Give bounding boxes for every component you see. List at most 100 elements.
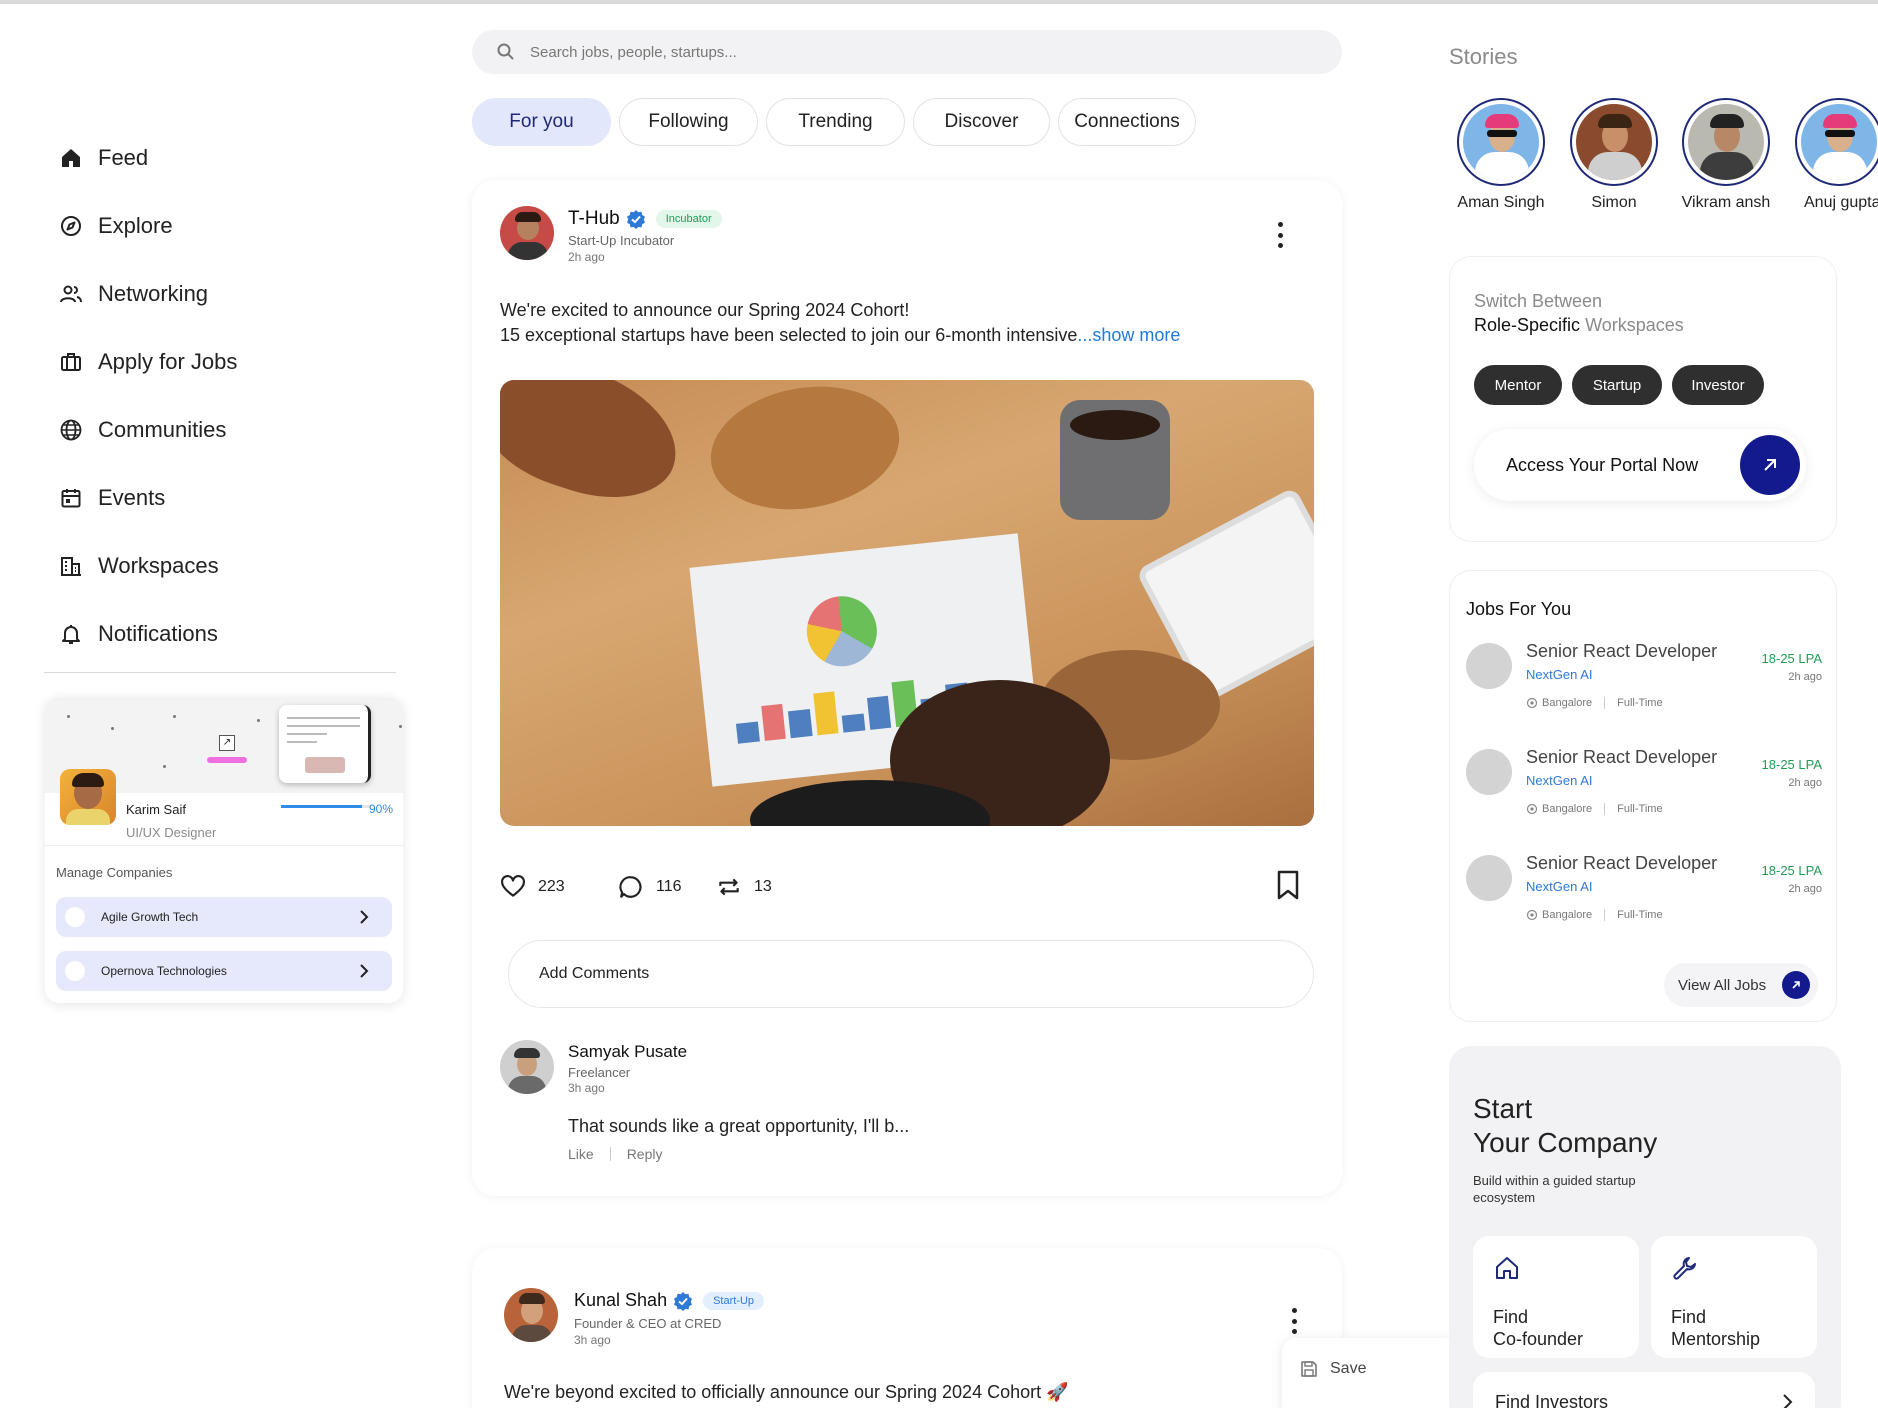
post-line: 15 exceptional startups have been select…: [500, 325, 1078, 345]
post-author: Kunal Shah Start-Up: [574, 1290, 765, 1311]
sidebar-nav: Feed Explore Networking Apply for Jobs C…: [58, 124, 398, 668]
tab-connections[interactable]: Connections: [1058, 98, 1196, 146]
sidebar-item-networking[interactable]: Networking: [58, 260, 398, 328]
profile-progress-fill: [281, 805, 362, 808]
top-border: [0, 0, 1878, 4]
company-logo: [65, 961, 85, 981]
job-location: Bangalore: [1542, 909, 1593, 921]
sidebar-item-feed[interactable]: Feed: [58, 124, 398, 192]
search-input[interactable]: [530, 43, 1230, 61]
role-mentor-button[interactable]: Mentor: [1474, 365, 1562, 405]
tab-following[interactable]: Following: [619, 98, 758, 146]
home-icon: [58, 145, 84, 171]
verified-icon: [626, 210, 645, 229]
find-investors-button[interactable]: Find Investors: [1473, 1372, 1815, 1408]
job-salary: 18-25 LPA: [1761, 863, 1822, 878]
post-author-name[interactable]: Kunal Shah: [574, 1290, 667, 1311]
more-options-icon[interactable]: [1276, 222, 1284, 248]
search-icon: [497, 43, 514, 60]
job-location: Bangalore: [1542, 697, 1593, 709]
avatar[interactable]: [500, 1040, 554, 1094]
manage-companies-label: Manage Companies: [56, 865, 173, 880]
job-company: NextGen AI: [1526, 773, 1593, 788]
like-button[interactable]: 223: [500, 864, 565, 910]
tab-for-you[interactable]: For you: [472, 98, 611, 146]
comment-count: 116: [656, 878, 682, 895]
job-type: Full-Time: [1617, 909, 1663, 921]
company-logo: [65, 907, 85, 927]
company-item[interactable]: Agile Growth Tech: [56, 897, 392, 937]
post-author-subtitle: Founder & CEO at CRED: [574, 1316, 722, 1331]
avatar[interactable]: [504, 1288, 558, 1342]
sidebar-item-label: Explore: [98, 213, 173, 238]
verified-icon: [674, 1291, 693, 1311]
find-cofounder-tile[interactable]: Find Co-founder: [1473, 1236, 1639, 1358]
profile-name: Karim Saif: [126, 802, 186, 817]
tile-label-line: Find: [1493, 1307, 1529, 1327]
comment-reply-button[interactable]: Reply: [627, 1146, 663, 1162]
workspace-heading-line2: Role-Specific Workspaces: [1474, 315, 1684, 336]
sidebar-item-explore[interactable]: Explore: [58, 192, 398, 260]
job-item[interactable]: Senior React Developer NextGen AI Bangal…: [1466, 641, 1822, 733]
sidebar-item-label: Workspaces: [98, 553, 219, 578]
comment-like-button[interactable]: Like: [568, 1146, 594, 1162]
role-startup-button[interactable]: Startup: [1572, 365, 1662, 405]
story-item[interactable]: Vikram ansh: [1671, 98, 1781, 212]
tab-trending[interactable]: Trending: [766, 98, 905, 146]
post-image[interactable]: [500, 380, 1314, 826]
compass-icon: [58, 213, 84, 239]
save-menu-item[interactable]: Save: [1282, 1338, 1458, 1408]
repost-button[interactable]: 13: [716, 864, 772, 910]
story-name: Simon: [1591, 194, 1637, 211]
show-more-link[interactable]: ...show more: [1077, 325, 1180, 345]
story-item[interactable]: Anuj gupta: [1784, 98, 1878, 212]
comment-input[interactable]: [539, 965, 1239, 983]
sidebar-item-events[interactable]: Events: [58, 464, 398, 532]
post-badge: Incubator: [655, 210, 722, 228]
company-item[interactable]: Opernova Technologies: [56, 951, 392, 991]
briefcase-icon: [58, 349, 84, 375]
bookmark-icon[interactable]: [1275, 870, 1301, 900]
access-portal-button[interactable]: Access Your Portal Now: [1474, 429, 1806, 501]
role-investor-button[interactable]: Investor: [1672, 365, 1764, 405]
post-timestamp: 2h ago: [568, 250, 605, 264]
post-author-name[interactable]: T-Hub: [568, 208, 620, 230]
job-meta: Bangalore Full-Time: [1526, 803, 1663, 815]
search-bar: [472, 30, 1342, 74]
stories-title: Stories: [1449, 44, 1518, 69]
start-company-title-line: Start: [1473, 1093, 1533, 1124]
cursor-icon: ↗: [219, 735, 235, 751]
job-item[interactable]: Senior React Developer NextGen AI Bangal…: [1466, 853, 1822, 945]
find-mentorship-tile[interactable]: Find Mentorship: [1651, 1236, 1817, 1358]
job-type: Full-Time: [1617, 697, 1663, 709]
comment-button[interactable]: 116: [618, 864, 682, 910]
comment-actions: Like Reply: [568, 1146, 662, 1162]
story-item[interactable]: Aman Singh: [1446, 98, 1556, 212]
job-title: Senior React Developer: [1526, 747, 1718, 767]
comment-author[interactable]: Samyak Pusate: [568, 1042, 687, 1062]
sidebar-item-communities[interactable]: Communities: [58, 396, 398, 464]
location-pin-icon: [1526, 909, 1538, 921]
job-title: Senior React Developer: [1526, 853, 1718, 873]
job-posted-time: 2h ago: [1788, 671, 1822, 683]
job-item[interactable]: Senior React Developer NextGen AI Bangal…: [1466, 747, 1822, 839]
job-posted-time: 2h ago: [1788, 883, 1822, 895]
avatar[interactable]: [60, 769, 116, 825]
start-company-title: Start Your Company: [1473, 1092, 1657, 1160]
wrench-icon: [1673, 1257, 1696, 1280]
workspace-heading-light: Workspaces: [1585, 315, 1684, 335]
post-timestamp: 3h ago: [574, 1333, 611, 1347]
more-options-icon[interactable]: [1290, 1308, 1298, 1334]
chevron-right-icon: [1783, 1394, 1793, 1408]
calendar-icon: [58, 485, 84, 511]
story-item[interactable]: Simon: [1559, 98, 1669, 212]
post-line: We're excited to announce our Spring 202…: [500, 300, 910, 320]
avatar[interactable]: [500, 206, 554, 260]
sidebar-item-notifications[interactable]: Notifications: [58, 600, 398, 668]
sidebar-item-workspaces[interactable]: Workspaces: [58, 532, 398, 600]
sidebar-item-apply-jobs[interactable]: Apply for Jobs: [58, 328, 398, 396]
sidebar-item-label: Apply for Jobs: [98, 349, 238, 374]
company-name: Opernova Technologies: [101, 964, 227, 978]
tab-discover[interactable]: Discover: [913, 98, 1050, 146]
view-all-jobs-button[interactable]: View All Jobs: [1664, 963, 1818, 1007]
